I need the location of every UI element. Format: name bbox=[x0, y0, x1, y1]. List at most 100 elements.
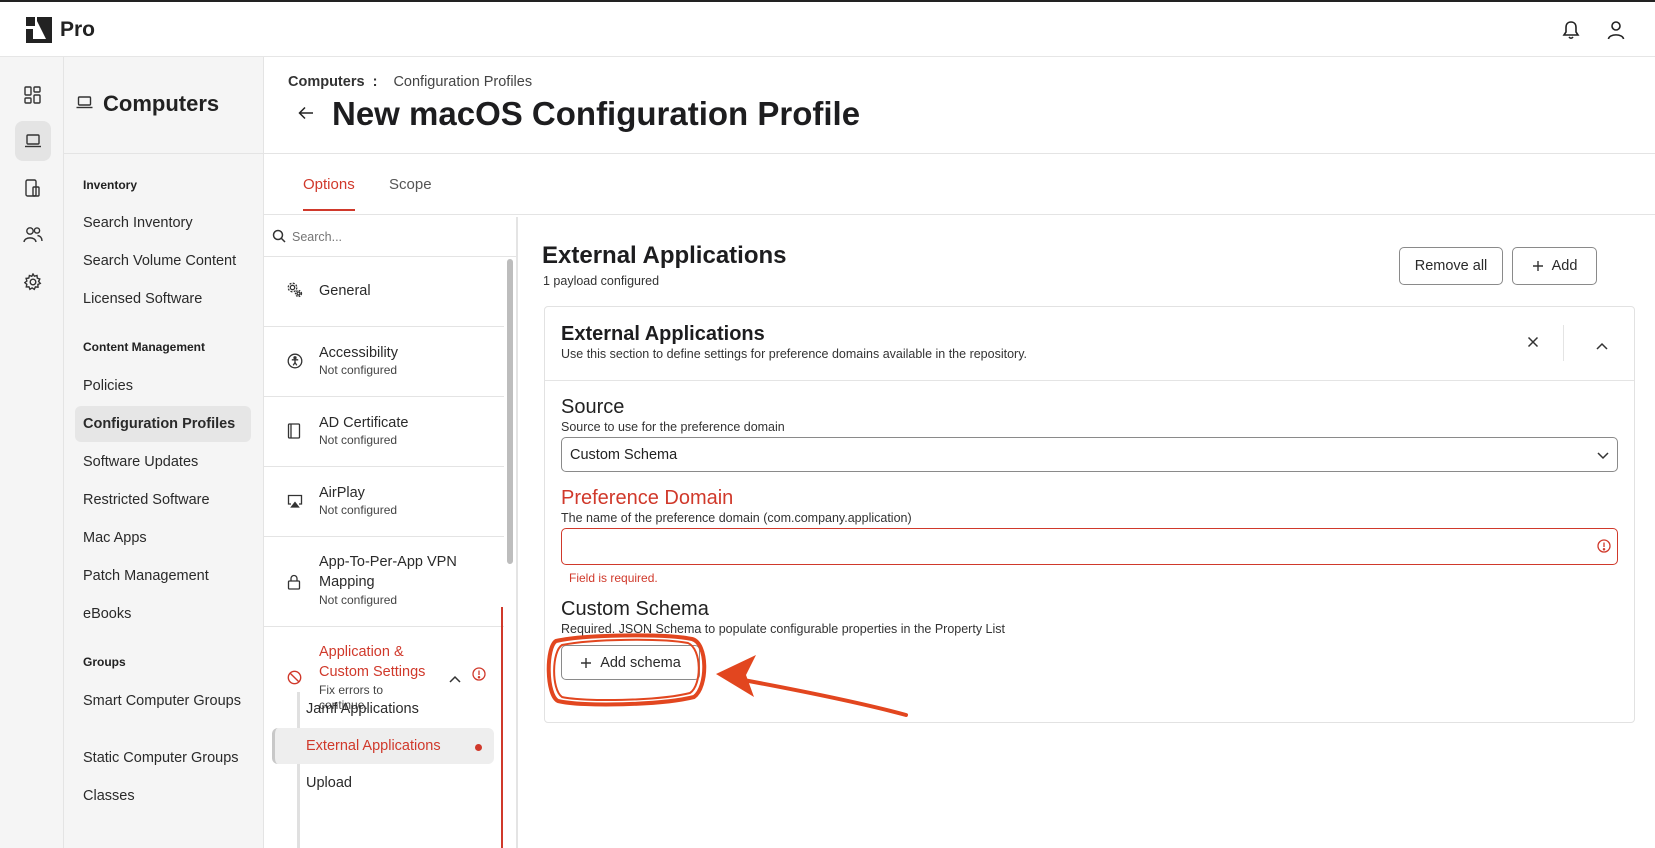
payload-search-input[interactable] bbox=[292, 227, 492, 247]
preference-domain-help: The name of the preference domain (com.c… bbox=[561, 511, 912, 525]
sidebar-item-licensed-software[interactable]: Licensed Software bbox=[75, 281, 251, 317]
preference-domain-label: Preference Domain bbox=[561, 487, 734, 509]
sidebar-item-policies[interactable]: Policies bbox=[75, 368, 251, 404]
payload-name: AD Certificate bbox=[319, 415, 409, 431]
content-subtitle: 1 payload configured bbox=[543, 274, 660, 288]
sidebar-item-configuration-profiles[interactable]: Configuration Profiles bbox=[75, 406, 251, 442]
add-button[interactable]: Add bbox=[1512, 247, 1597, 285]
source-value: Custom Schema bbox=[570, 447, 678, 463]
sidebar-item-search-volume-content[interactable]: Search Volume Content bbox=[75, 243, 251, 279]
sidebar-section-content-management: Content Management bbox=[83, 340, 206, 354]
add-label: Add bbox=[1551, 258, 1578, 274]
jamf-logo-icon bbox=[26, 17, 52, 43]
search-icon bbox=[272, 229, 286, 248]
payload-item-accessibility[interactable]: Accessibility Not configured bbox=[264, 327, 504, 397]
payload-list: General Accessibility Not configured AD … bbox=[264, 217, 518, 848]
card-header: External Applications Use this section t… bbox=[545, 307, 1634, 381]
icon-rail bbox=[0, 57, 64, 848]
lock-icon bbox=[287, 574, 301, 595]
content-title: External Applications bbox=[542, 242, 787, 269]
sidebar-item-static-computer-groups[interactable]: Static Computer Groups bbox=[75, 740, 251, 776]
remove-all-button[interactable]: Remove all bbox=[1399, 247, 1503, 285]
error-icon bbox=[472, 667, 486, 686]
close-icon[interactable] bbox=[1527, 335, 1539, 353]
tab-options[interactable]: Options bbox=[303, 176, 355, 211]
main-area: Computers : Configuration Profiles New m… bbox=[264, 57, 1655, 848]
sidebar-item-search-inventory[interactable]: Search Inventory bbox=[75, 205, 251, 241]
tab-scope[interactable]: Scope bbox=[389, 176, 432, 209]
warning-icon bbox=[1597, 539, 1611, 558]
sidebar-section-inventory: Inventory bbox=[83, 178, 138, 192]
payload-name: App-To-Per-App VPN Mapping bbox=[319, 554, 457, 590]
payload-name: Accessibility bbox=[319, 345, 398, 361]
back-arrow-icon[interactable] bbox=[298, 106, 314, 125]
annotation-highlight bbox=[546, 633, 908, 717]
breadcrumb: Computers : Configuration Profiles bbox=[288, 74, 532, 90]
sub-item-external-applications[interactable]: External Applications bbox=[306, 738, 441, 754]
sidebar-header: Computers bbox=[64, 57, 263, 154]
annotation-arrow-head bbox=[716, 655, 756, 697]
payload-search bbox=[264, 217, 516, 257]
chevron-up-icon[interactable] bbox=[449, 670, 461, 688]
sidebar-section-groups: Groups bbox=[83, 655, 126, 669]
bell-icon[interactable] bbox=[1559, 18, 1583, 42]
payload-status: Not configured bbox=[319, 503, 398, 517]
remove-all-label: Remove all bbox=[1414, 258, 1488, 274]
app-name: Pro bbox=[60, 18, 96, 41]
computers-icon[interactable] bbox=[15, 121, 51, 161]
payload-item-general[interactable]: General bbox=[264, 257, 504, 327]
sub-item-jamf-applications[interactable]: Jamf Applications bbox=[306, 701, 419, 717]
payload-status: Not configured bbox=[319, 363, 398, 377]
source-label: Source bbox=[561, 396, 625, 418]
preference-domain-field[interactable] bbox=[561, 528, 1618, 565]
certificate-icon bbox=[287, 423, 301, 444]
laptop-icon bbox=[76, 96, 93, 114]
payload-name: General bbox=[319, 283, 371, 299]
breadcrumb-current: Configuration Profiles bbox=[393, 74, 533, 90]
annotation-arrow-shaft bbox=[736, 677, 908, 717]
sidebar-item-ebooks[interactable]: eBooks bbox=[75, 596, 251, 632]
sidebar-item-restricted-software[interactable]: Restricted Software bbox=[75, 482, 251, 518]
sidebar-item-patch-management[interactable]: Patch Management bbox=[75, 558, 251, 594]
top-bar: Pro bbox=[0, 0, 1655, 57]
payload-item-app-to-per-app-vpn-mapping[interactable]: App-To-Per-App VPN Mapping Not configure… bbox=[264, 537, 504, 627]
error-indicator-bar bbox=[501, 607, 503, 848]
collapse-chevron-icon[interactable] bbox=[1596, 337, 1608, 355]
preference-domain-error: Field is required. bbox=[569, 571, 658, 585]
chevron-down-icon bbox=[1597, 448, 1609, 464]
users-icon[interactable] bbox=[15, 215, 51, 255]
scrollbar[interactable] bbox=[507, 259, 513, 564]
page-title: New macOS Configuration Profile bbox=[332, 95, 861, 132]
dashboard-icon[interactable] bbox=[15, 75, 51, 115]
header-separator bbox=[1563, 325, 1564, 361]
user-icon[interactable] bbox=[1604, 18, 1628, 42]
source-select[interactable]: Custom Schema bbox=[561, 437, 1618, 472]
payload-status: Not configured bbox=[319, 433, 398, 447]
airplay-icon bbox=[287, 494, 303, 513]
breadcrumb-parent[interactable]: Computers bbox=[288, 74, 365, 90]
sidebar-item-classes[interactable]: Classes bbox=[75, 778, 251, 814]
sidebar-item-mac-apps[interactable]: Mac Apps bbox=[75, 520, 251, 556]
devices-icon[interactable] bbox=[15, 168, 51, 208]
section-sidebar: Computers Inventory Search Inventory Sea… bbox=[64, 57, 264, 848]
plus-icon bbox=[1532, 261, 1543, 271]
payload-item-ad-certificate[interactable]: AD Certificate Not configured bbox=[264, 397, 504, 467]
card-description: Use this section to define settings for … bbox=[561, 347, 1027, 361]
payload-content: External Applications 1 payload configur… bbox=[542, 217, 1655, 848]
payload-name: Application & Custom Settings bbox=[319, 644, 426, 680]
breadcrumb-separator: : bbox=[372, 74, 378, 90]
sidebar-item-software-updates[interactable]: Software Updates bbox=[75, 444, 251, 480]
settings-gear-icon[interactable] bbox=[15, 262, 51, 302]
payload-item-airplay[interactable]: AirPlay Not configured bbox=[264, 467, 504, 537]
sidebar-item-smart-computer-groups[interactable]: Smart Computer Groups bbox=[75, 683, 251, 719]
prohibited-icon bbox=[287, 670, 302, 690]
accessibility-icon bbox=[287, 353, 303, 374]
payload-name: AirPlay bbox=[319, 485, 365, 501]
gears-icon bbox=[287, 282, 303, 303]
sub-item-guide bbox=[297, 692, 300, 848]
source-help: Source to use for the preference domain bbox=[561, 420, 785, 434]
preference-domain-input[interactable] bbox=[570, 537, 1570, 557]
payload-status: Not configured bbox=[319, 593, 398, 607]
sub-item-upload[interactable]: Upload bbox=[306, 775, 352, 791]
error-dot bbox=[475, 744, 482, 751]
